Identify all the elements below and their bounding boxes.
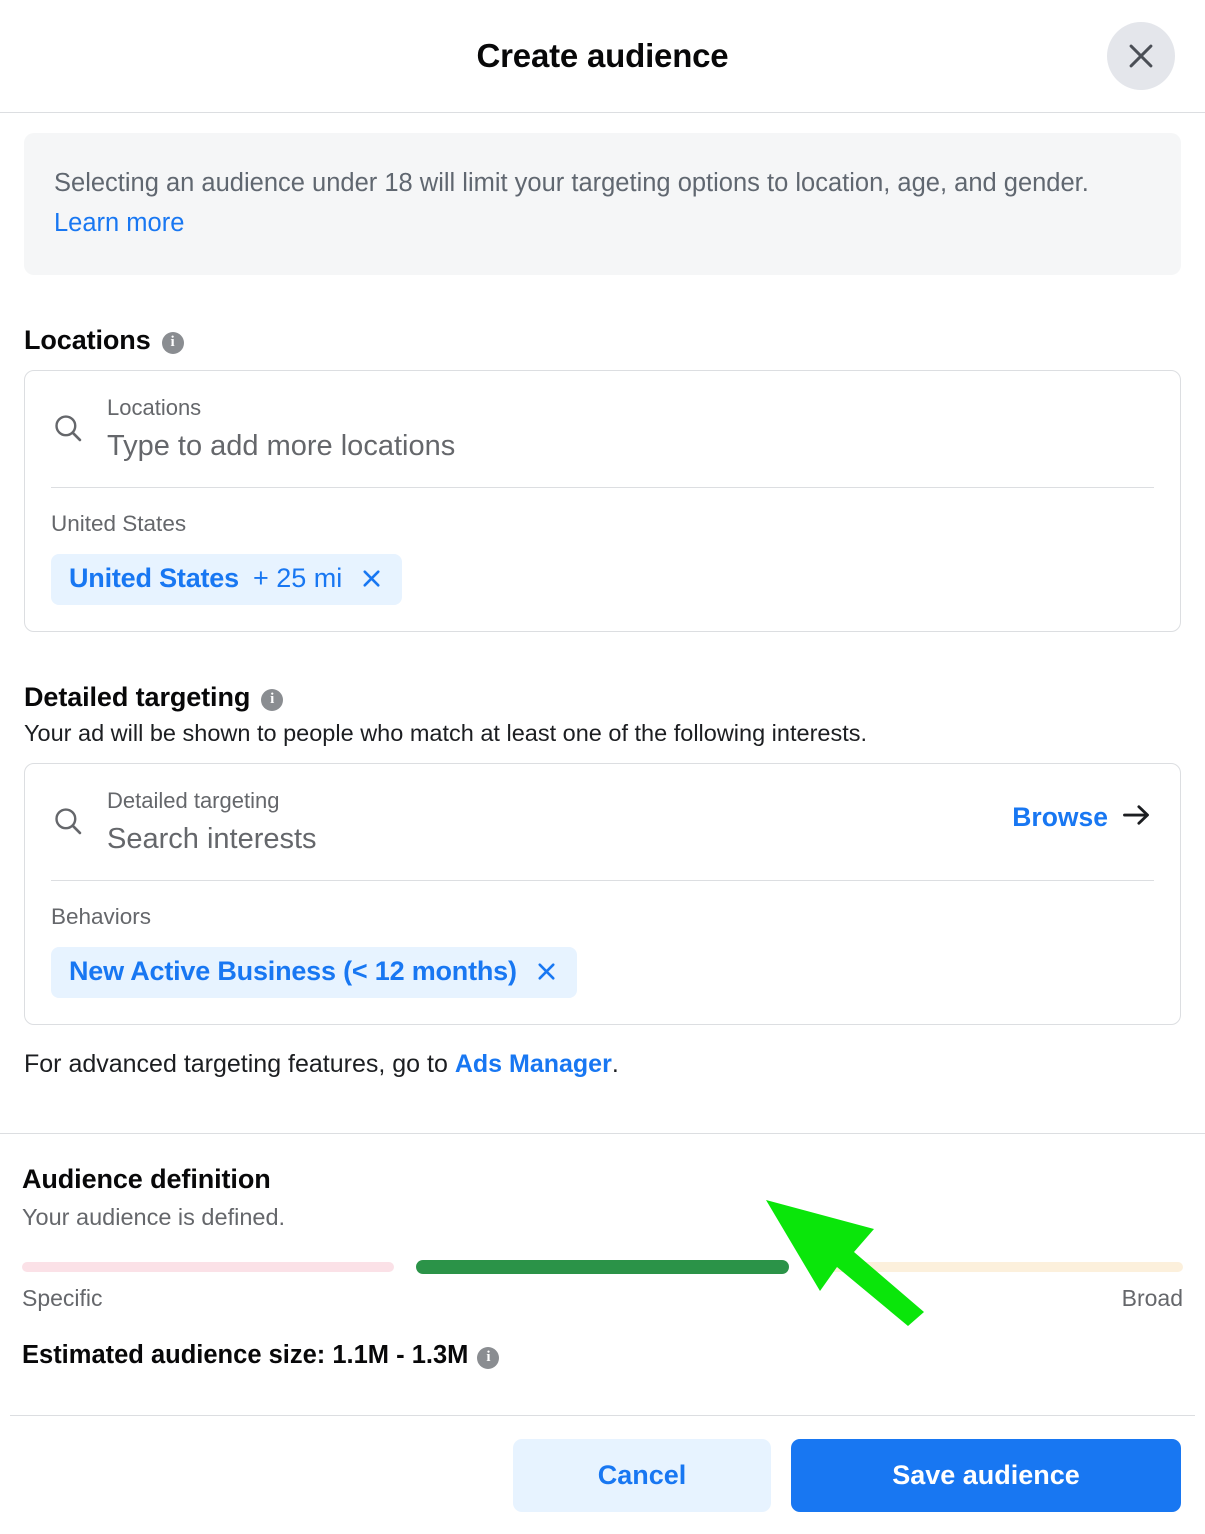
estimated-audience-size: Estimated audience size: 1.1M - 1.3M i bbox=[22, 1341, 1183, 1370]
arrow-right-icon bbox=[1122, 802, 1152, 833]
create-audience-modal: Create audience Selecting an audience un… bbox=[0, 0, 1205, 1534]
cancel-button[interactable]: Cancel bbox=[513, 1439, 771, 1512]
locations-section: Locations i Locations Type to add more l… bbox=[0, 325, 1205, 632]
detailed-targeting-input-row[interactable]: Detailed targeting Search interests Brow… bbox=[25, 764, 1180, 880]
behavior-chip-remove-icon[interactable] bbox=[534, 959, 559, 984]
location-chip-radius: + 25 mi bbox=[253, 563, 342, 594]
modal-footer: Cancel Save audience bbox=[0, 1416, 1205, 1534]
audience-definition-subtitle: Your audience is defined. bbox=[22, 1201, 1183, 1233]
modal-body: Selecting an audience under 18 will limi… bbox=[0, 113, 1205, 1415]
detailed-targeting-input-texts: Detailed targeting Search interests bbox=[107, 786, 1154, 862]
save-audience-button[interactable]: Save audience bbox=[791, 1439, 1181, 1512]
locations-heading: Locations i bbox=[24, 325, 1181, 356]
modal-header: Create audience bbox=[0, 0, 1205, 113]
browse-label: Browse bbox=[1012, 802, 1108, 833]
notice-text: Selecting an audience under 18 will limi… bbox=[54, 163, 1151, 243]
learn-more-link[interactable]: Learn more bbox=[54, 209, 184, 237]
detailed-targeting-field-box: Detailed targeting Search interests Brow… bbox=[24, 763, 1181, 1025]
advanced-note-suffix: . bbox=[612, 1050, 619, 1078]
section-divider bbox=[0, 1133, 1205, 1134]
detailed-targeting-title: Detailed targeting bbox=[24, 682, 250, 713]
locations-input-texts: Locations Type to add more locations bbox=[107, 393, 1154, 469]
locations-field-box: Locations Type to add more locations Uni… bbox=[24, 370, 1181, 632]
notice-message: Selecting an audience under 18 will limi… bbox=[54, 169, 1089, 197]
audience-definition-section: Audience definition Your audience is def… bbox=[0, 1164, 1205, 1370]
info-icon[interactable]: i bbox=[261, 689, 283, 711]
detailed-targeting-section: Detailed targeting i Your ad will be sho… bbox=[0, 682, 1205, 1025]
advanced-note-prefix: For advanced targeting features, go to bbox=[24, 1050, 455, 1078]
audience-meter-labels: Specific Broad bbox=[22, 1285, 1183, 1312]
meter-label-specific: Specific bbox=[22, 1285, 103, 1312]
close-icon bbox=[1124, 39, 1158, 73]
audience-meter bbox=[22, 1260, 1183, 1274]
location-chip[interactable]: United States + 25 mi bbox=[51, 554, 402, 605]
detailed-targeting-heading: Detailed targeting i bbox=[24, 682, 1181, 713]
ads-manager-link[interactable]: Ads Manager bbox=[455, 1050, 612, 1078]
page-title: Create audience bbox=[477, 37, 729, 75]
estimated-audience-size-label: Estimated audience size: 1.1M - 1.3M bbox=[22, 1341, 468, 1370]
browse-button[interactable]: Browse bbox=[1012, 802, 1152, 833]
location-chip-label: United States bbox=[69, 563, 239, 594]
advanced-targeting-note: For advanced targeting features, go to A… bbox=[0, 1047, 1205, 1081]
locations-input-label: Locations bbox=[107, 393, 1154, 423]
behaviors-group-label: Behaviors bbox=[51, 903, 1154, 931]
detailed-targeting-input-label: Detailed targeting bbox=[107, 786, 1154, 816]
under-18-notice: Selecting an audience under 18 will limi… bbox=[24, 133, 1181, 275]
locations-group-label: United States bbox=[51, 510, 1154, 538]
search-icon bbox=[51, 411, 85, 450]
meter-segment-specific bbox=[22, 1262, 394, 1272]
behaviors-group: Behaviors New Active Business (< 12 mont… bbox=[25, 881, 1180, 1024]
meter-label-broad: Broad bbox=[1122, 1285, 1183, 1312]
meter-segment-broad bbox=[811, 1262, 1183, 1272]
behavior-chip[interactable]: New Active Business (< 12 months) bbox=[51, 947, 577, 998]
search-icon bbox=[51, 804, 85, 843]
location-chip-remove-icon[interactable] bbox=[359, 566, 384, 591]
meter-segment-active bbox=[416, 1260, 788, 1274]
interests-search-input[interactable]: Search interests bbox=[107, 816, 1154, 862]
locations-search-input[interactable]: Type to add more locations bbox=[107, 423, 1154, 469]
audience-definition-title: Audience definition bbox=[22, 1164, 1183, 1195]
info-icon[interactable]: i bbox=[477, 1347, 499, 1369]
locations-selected-group: United States United States + 25 mi bbox=[25, 488, 1180, 631]
info-icon[interactable]: i bbox=[162, 332, 184, 354]
behavior-chip-label: New Active Business (< 12 months) bbox=[69, 956, 517, 987]
close-button[interactable] bbox=[1107, 22, 1175, 90]
locations-title: Locations bbox=[24, 325, 151, 356]
detailed-targeting-subtitle: Your ad will be shown to people who matc… bbox=[24, 717, 1181, 749]
locations-input-row[interactable]: Locations Type to add more locations bbox=[25, 371, 1180, 487]
